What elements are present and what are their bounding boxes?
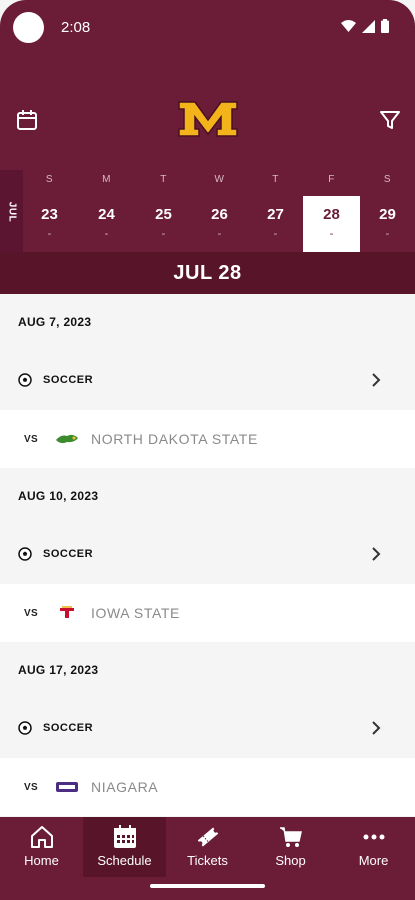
day-of-week: T	[160, 174, 167, 185]
day-of-week: S	[45, 174, 54, 185]
status-icons	[341, 19, 389, 33]
month-tab: JUL	[0, 170, 23, 254]
day-number: 29	[379, 206, 396, 223]
chevron-right-icon[interactable]	[369, 370, 383, 390]
home-icon	[30, 826, 53, 848]
opponent-name: NIAGARA	[91, 779, 159, 795]
selected-date: JUL 28	[0, 252, 415, 294]
soccer-ball-icon	[18, 373, 32, 387]
day-24[interactable]: M 24 -	[78, 170, 135, 254]
nav-label: Tickets	[187, 853, 228, 868]
cart-icon	[279, 827, 302, 847]
event-date-header: AUG 10, 2023	[0, 468, 415, 524]
vs-label: VS	[24, 607, 38, 619]
nav-schedule[interactable]: Schedule	[83, 817, 166, 877]
minnesota-m-logo	[178, 101, 238, 137]
event-date-header: AUG 7, 2023	[0, 294, 415, 350]
event-opponent-row[interactable]: VS NIAGARA	[0, 758, 415, 816]
selected-day-highlight	[303, 196, 360, 252]
day-number: 26	[211, 206, 228, 223]
event-sport-row[interactable]: SOCCER	[0, 350, 415, 410]
sport-label: SOCCER	[43, 722, 94, 734]
day-event-marker: -	[217, 228, 222, 240]
ticket-icon	[197, 827, 218, 847]
day-of-week: M	[102, 174, 111, 185]
event-sport-row[interactable]: SOCCER	[0, 524, 415, 584]
day-23[interactable]: S 23 -	[21, 170, 78, 254]
more-dots-icon	[363, 834, 384, 840]
vs-label: VS	[24, 781, 38, 793]
signal-icon	[362, 19, 375, 33]
north-dakota-state-logo	[56, 434, 78, 444]
day-number: 25	[155, 206, 172, 223]
nav-more[interactable]: More	[332, 817, 415, 877]
day-28[interactable]: F 28 -	[303, 170, 360, 254]
day-27[interactable]: T 27 -	[247, 170, 304, 254]
home-indicator	[150, 884, 265, 888]
opponent-name: IOWA STATE	[91, 605, 180, 621]
day-event-marker: -	[47, 228, 52, 240]
wifi-icon	[341, 20, 356, 32]
niagara-logo	[56, 782, 78, 792]
nav-tickets[interactable]: Tickets	[166, 817, 249, 877]
vs-label: VS	[24, 433, 38, 445]
day-of-week: T	[272, 174, 279, 185]
opponent-name: NORTH DAKOTA STATE	[91, 431, 258, 447]
soccer-ball-icon	[18, 547, 32, 561]
nav-shop[interactable]: Shop	[249, 817, 332, 877]
event-date-header: AUG 17, 2023	[0, 642, 415, 698]
day-event-marker: -	[273, 228, 278, 240]
event-opponent-row[interactable]: VS IOWA STATE	[0, 584, 415, 642]
day-of-week: F	[328, 174, 335, 185]
battery-icon	[381, 19, 389, 33]
day-of-week: S	[383, 174, 392, 185]
filter-icon[interactable]	[378, 108, 402, 132]
iowa-state-logo	[60, 606, 74, 618]
status-bar: 2:08	[0, 0, 415, 56]
event-opponent-row[interactable]: VS NORTH DAKOTA STATE	[0, 410, 415, 468]
chevron-right-icon[interactable]	[369, 718, 383, 738]
day-event-marker: -	[329, 228, 334, 240]
day-event-marker: -	[385, 228, 390, 240]
chevron-right-icon[interactable]	[369, 544, 383, 564]
nav-label: Schedule	[97, 853, 152, 868]
sport-label: SOCCER	[43, 548, 94, 560]
day-26[interactable]: W 26 -	[191, 170, 248, 254]
soccer-ball-icon	[18, 721, 32, 735]
day-of-week: W	[214, 174, 225, 185]
day-25[interactable]: T 25 -	[135, 170, 192, 254]
nav-label: Home	[24, 853, 59, 868]
nav-label: Shop	[275, 853, 306, 868]
day-number: 23	[41, 206, 58, 223]
header: 2:08 JUL S 23 - M 24 - T 25 - W 26 - T 27 - F 28 - S 29 - JU…	[0, 0, 415, 294]
calendar-grid-icon	[113, 825, 136, 848]
day-number: 27	[267, 206, 284, 223]
day-event-marker: -	[161, 228, 166, 240]
day-event-marker: -	[104, 228, 109, 240]
status-time: 2:08	[61, 19, 91, 36]
nav-label: More	[358, 853, 389, 868]
sport-label: SOCCER	[43, 374, 94, 386]
day-number: 24	[98, 206, 115, 223]
app-screen: 2:08 JUL S 23 - M 24 - T 25 - W 26 - T 27 - F 28 - S 29 - JU…	[0, 0, 415, 900]
camera-cutout	[13, 12, 44, 43]
event-list: AUG 7, 2023 SOCCER VS NORTH DAKOTA STATE AUG…	[0, 294, 415, 817]
day-29[interactable]: S 29 -	[359, 170, 415, 254]
event-sport-row[interactable]: SOCCER	[0, 698, 415, 758]
calendar-icon[interactable]	[15, 108, 39, 132]
week-strip: JUL S 23 - M 24 - T 25 - W 26 - T 27 - F 28 - S 29 -	[0, 170, 415, 254]
nav-home[interactable]: Home	[0, 817, 83, 877]
day-number: 28	[323, 206, 340, 223]
